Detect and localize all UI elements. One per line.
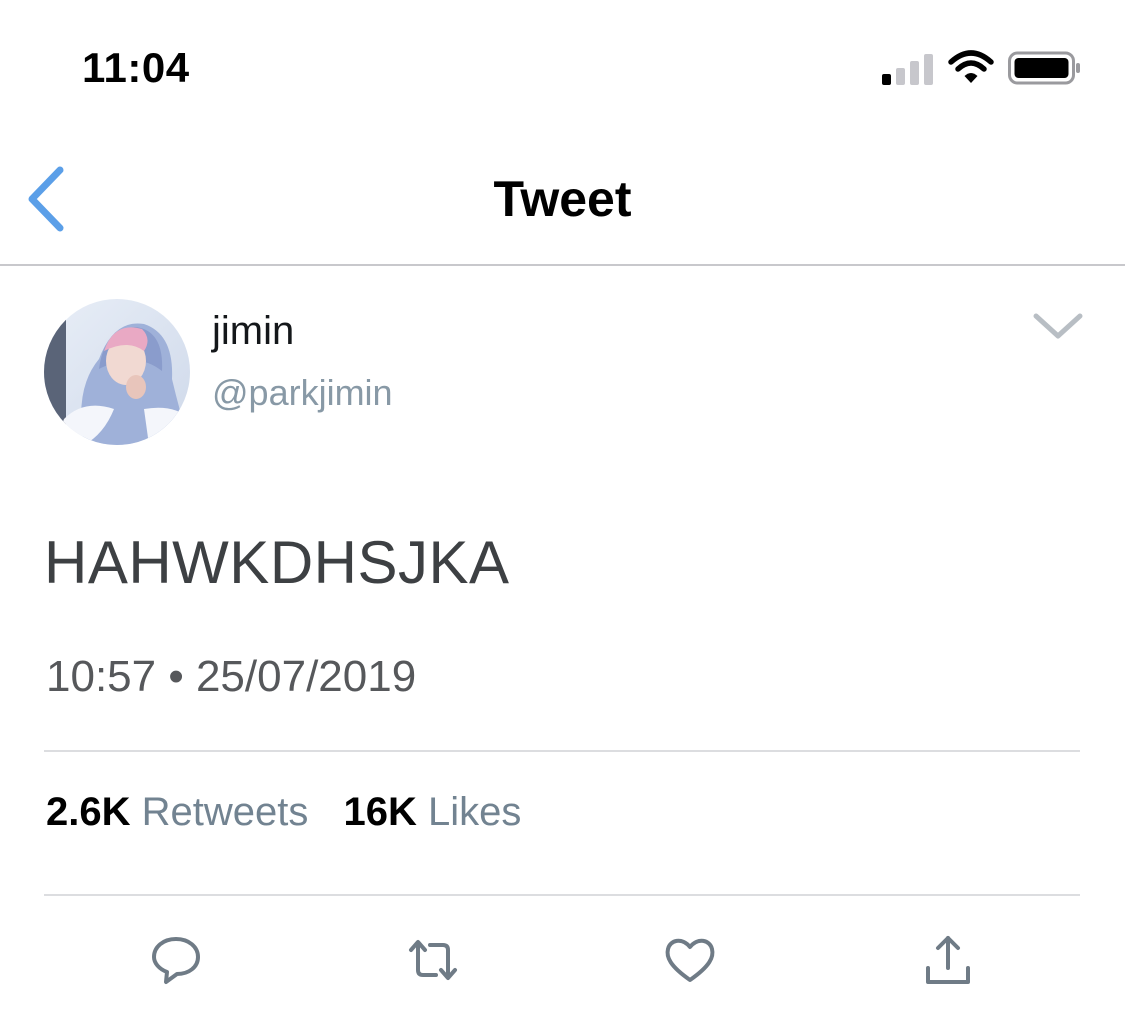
status-bar-time: 11:04 xyxy=(82,44,190,91)
like-icon xyxy=(665,938,715,982)
reply-button[interactable] xyxy=(146,930,206,990)
tweet-timestamp: 10:57 • 25/07/2019 xyxy=(46,652,417,701)
battery-icon xyxy=(1008,50,1082,86)
retweet-button[interactable] xyxy=(403,930,463,990)
reply-icon xyxy=(152,937,200,984)
chevron-down-icon xyxy=(1033,313,1083,339)
tweet-menu-button[interactable] xyxy=(1030,308,1086,344)
likes-count: 16K xyxy=(343,790,417,834)
likes-label: Likes xyxy=(428,790,522,834)
retweets-count: 2.6K xyxy=(46,790,131,834)
tweet-text: HAHWKDHSJKA xyxy=(44,529,510,596)
share-button[interactable] xyxy=(918,930,978,990)
retweets-label: Retweets xyxy=(141,790,309,834)
divider xyxy=(44,750,1080,752)
display-name[interactable]: jimin xyxy=(212,309,294,354)
retweets-stat[interactable]: 2.6K Retweets xyxy=(46,790,344,834)
retweet-icon xyxy=(409,940,457,980)
page-title: Tweet xyxy=(493,171,632,227)
tweet-stats: 2.6K Retweets 16K Likes xyxy=(46,790,545,835)
wifi-icon xyxy=(947,50,995,86)
likes-stat[interactable]: 16K Likes xyxy=(344,790,546,834)
avatar[interactable] xyxy=(44,299,190,445)
divider xyxy=(44,894,1080,896)
nav-divider xyxy=(0,264,1125,266)
like-button[interactable] xyxy=(660,930,720,990)
cellular-signal-icon xyxy=(882,52,936,86)
share-icon xyxy=(926,936,970,984)
user-handle[interactable]: @parkjimin xyxy=(212,372,393,414)
avatar-image xyxy=(44,299,190,445)
